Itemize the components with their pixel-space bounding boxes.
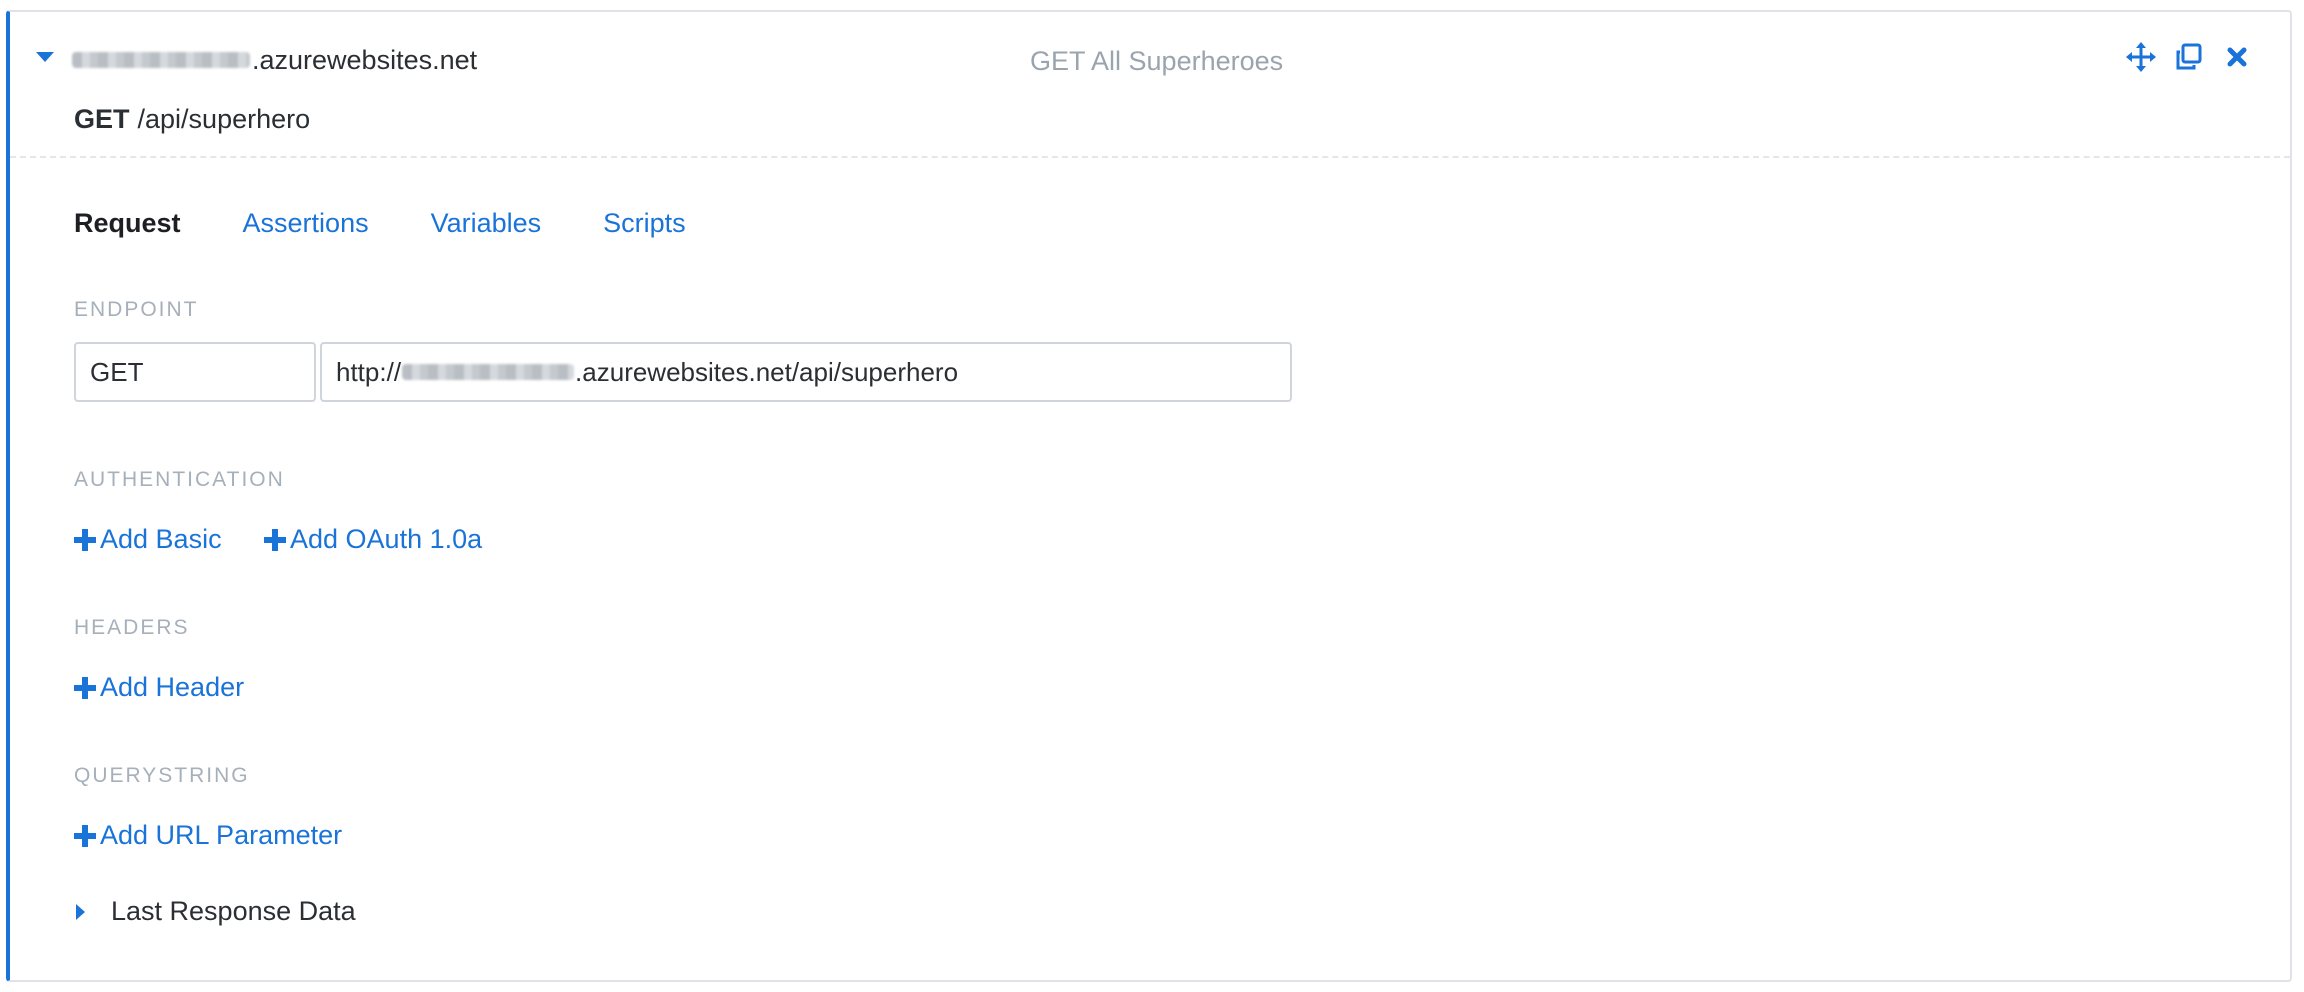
request-title[interactable]: GET All Superheroes (1030, 46, 1283, 77)
request-tabs: Request Assertions Variables Scripts (74, 208, 686, 239)
add-url-parameter-label: Add URL Parameter (100, 820, 343, 850)
host-suffix: .azurewebsites.net (252, 44, 478, 75)
request-step-card: .azurewebsites.net GET All Superheroes G… (6, 10, 2292, 982)
request-path: /api/superhero (137, 104, 311, 134)
last-response-toggle[interactable]: Last Response Data (76, 896, 356, 927)
collapse-caret-icon[interactable] (36, 52, 54, 62)
http-method: GET (74, 104, 130, 134)
querystring-section-label: QUERYSTRING (74, 764, 250, 787)
headers-section-label: HEADERS (74, 616, 190, 639)
url-prefix: http:// (336, 356, 402, 387)
host-name: .azurewebsites.net (72, 40, 477, 80)
clone-icon[interactable] (2174, 42, 2204, 72)
add-url-parameter-button[interactable]: Add URL Parameter (74, 820, 342, 851)
expand-caret-icon (76, 903, 85, 920)
move-icon[interactable] (2126, 42, 2156, 72)
plus-icon (74, 528, 96, 551)
step-actions (2126, 42, 2252, 72)
endpoint-section-label: ENDPOINT (74, 298, 199, 321)
tab-assertions[interactable]: Assertions (243, 208, 369, 239)
close-icon[interactable] (2222, 42, 2252, 72)
plus-icon (264, 528, 286, 551)
url-suffix: .azurewebsites.net/api/superhero (575, 356, 959, 387)
redacted-host-prefix (72, 52, 250, 68)
plus-icon (74, 676, 96, 699)
add-oauth-button[interactable]: Add OAuth 1.0a (264, 524, 482, 555)
method-path-line: GET/api/superhero (74, 104, 310, 135)
url-input[interactable]: http:// .azurewebsites.net/api/superhero (320, 342, 1292, 402)
method-select-value: GET (90, 356, 144, 387)
redacted-url-host (402, 364, 575, 380)
tab-variables[interactable]: Variables (431, 208, 542, 239)
add-basic-auth-button[interactable]: Add Basic (74, 524, 222, 555)
add-basic-label: Add Basic (100, 524, 222, 554)
method-select[interactable]: GET (74, 342, 316, 402)
add-header-label: Add Header (100, 672, 245, 702)
step-header: .azurewebsites.net GET All Superheroes G… (10, 12, 2290, 158)
tab-scripts[interactable]: Scripts (603, 208, 686, 239)
last-response-label: Last Response Data (111, 896, 356, 926)
add-oauth-label: Add OAuth 1.0a (290, 524, 483, 554)
tab-request[interactable]: Request (74, 208, 181, 239)
plus-icon (74, 824, 96, 847)
authentication-section-label: AUTHENTICATION (74, 468, 285, 491)
add-header-button[interactable]: Add Header (74, 672, 244, 703)
